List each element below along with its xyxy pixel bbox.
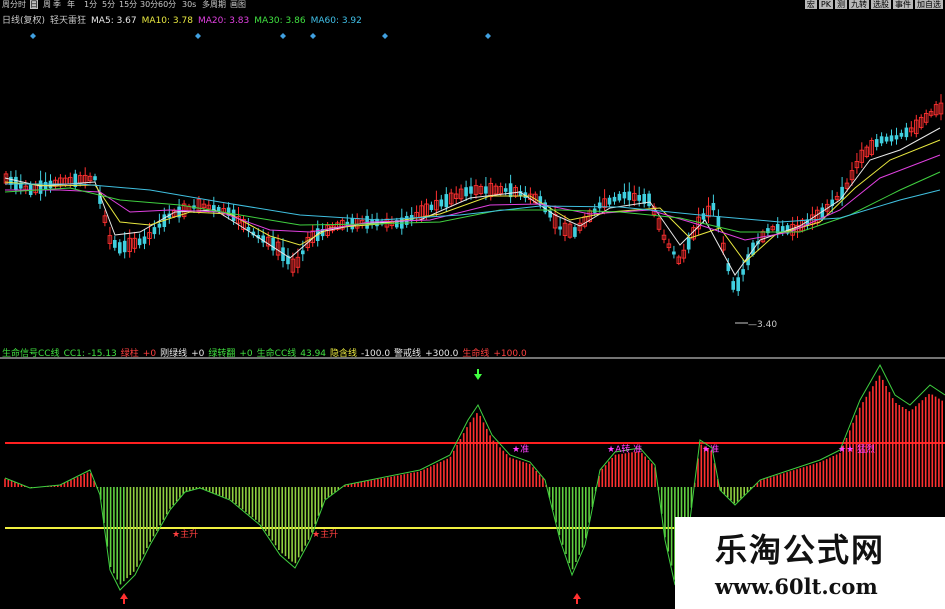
candle-body bbox=[301, 250, 305, 255]
signal-label: ★准 bbox=[512, 444, 529, 455]
candle-body bbox=[271, 237, 275, 251]
candle-body bbox=[672, 251, 676, 255]
signal-diamond bbox=[310, 33, 316, 39]
candle-body bbox=[622, 192, 627, 199]
candle-body bbox=[122, 240, 127, 253]
candle-body bbox=[444, 194, 449, 208]
candle-body bbox=[469, 186, 473, 194]
candle-body bbox=[464, 187, 468, 197]
signal-label: ★准 bbox=[702, 444, 719, 455]
candle-body bbox=[508, 183, 513, 198]
candle-body bbox=[118, 242, 122, 254]
buy-arrow bbox=[573, 593, 581, 604]
candle-body bbox=[627, 191, 632, 201]
candle-body bbox=[439, 199, 444, 207]
candle-body bbox=[429, 204, 434, 210]
candle-body bbox=[879, 136, 884, 144]
candle-body bbox=[137, 238, 142, 246]
candle-body bbox=[716, 216, 721, 228]
candle-body bbox=[93, 176, 97, 181]
candle-body bbox=[157, 223, 162, 228]
watermark-url: www.60lt.com bbox=[715, 574, 878, 599]
candle-body bbox=[899, 132, 904, 137]
signal-label: ★A转 准 bbox=[607, 443, 642, 455]
candle-body bbox=[573, 227, 577, 237]
candle-body bbox=[711, 203, 716, 211]
candle-body bbox=[686, 237, 691, 250]
candle-body bbox=[731, 281, 735, 290]
candle-body bbox=[741, 269, 745, 275]
candle-body bbox=[780, 226, 785, 232]
candle-body bbox=[884, 136, 889, 142]
candle-body bbox=[142, 236, 147, 244]
watermark-title: 乐淘公式网 bbox=[715, 531, 886, 569]
candle-body bbox=[617, 193, 622, 201]
candle-body bbox=[637, 195, 641, 201]
buy-signal-label: ★主升 bbox=[312, 528, 338, 540]
candle-body bbox=[38, 180, 43, 194]
candle-body bbox=[607, 197, 612, 205]
candle-body bbox=[597, 202, 602, 209]
candle-body bbox=[612, 196, 617, 202]
low-price-label: —3.40 bbox=[748, 320, 777, 330]
signal-diamond bbox=[485, 33, 491, 39]
candle-body bbox=[558, 226, 562, 230]
signal-diamond bbox=[280, 33, 286, 39]
moving-average-line bbox=[4, 127, 941, 276]
candle-body bbox=[889, 135, 894, 142]
candle-body bbox=[484, 186, 488, 194]
buy-arrow bbox=[120, 593, 128, 604]
watermark: 乐淘公式网 www.60lt.com bbox=[675, 517, 945, 609]
candle-body bbox=[904, 127, 909, 138]
candle-body bbox=[647, 193, 651, 207]
signal-diamond bbox=[195, 33, 201, 39]
signal-label: ★★ 猛烈 bbox=[838, 443, 875, 455]
buy-signal-label: ★主升 bbox=[172, 528, 198, 540]
candle-body bbox=[113, 240, 117, 248]
signal-diamond bbox=[30, 33, 36, 39]
candle-body bbox=[701, 213, 706, 220]
sell-arrow bbox=[474, 369, 482, 380]
candle-body bbox=[152, 227, 157, 235]
candle-body bbox=[894, 135, 899, 140]
candle-body bbox=[874, 139, 879, 147]
candle-body bbox=[503, 188, 508, 192]
candle-body bbox=[736, 277, 740, 292]
signal-diamond bbox=[382, 33, 388, 39]
